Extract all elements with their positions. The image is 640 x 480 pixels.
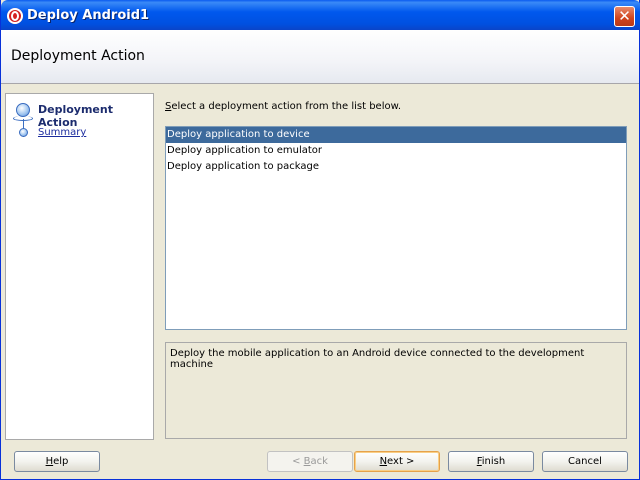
app-icon xyxy=(7,8,23,24)
close-icon: ✕ xyxy=(618,7,631,25)
help-mnemonic: H xyxy=(45,456,54,467)
deploy-dialog: Deploy Android1 ✕ Deployment Action Depl… xyxy=(0,0,640,480)
next-button[interactable]: Next > xyxy=(354,451,440,472)
description-text: Deploy the mobile application to an Andr… xyxy=(170,348,585,370)
next-mnemonic: N xyxy=(379,456,388,467)
back-mnemonic: B xyxy=(303,456,311,467)
back-prefix: < xyxy=(292,456,304,467)
deployment-action-list[interactable]: Deploy application to device Deploy appl… xyxy=(165,126,627,330)
step-node-icon xyxy=(19,128,28,137)
cancel-button[interactable]: Cancel xyxy=(542,451,628,472)
close-button[interactable]: ✕ xyxy=(614,6,635,27)
back-label: ack xyxy=(310,456,328,467)
title-bar[interactable]: Deploy Android1 ✕ xyxy=(1,0,640,30)
window-title: Deploy Android1 xyxy=(27,8,150,23)
instruction-label: Select a deployment action from the list… xyxy=(165,101,401,112)
list-item-deploy-device[interactable]: Deploy application to device xyxy=(166,127,626,143)
wizard-header: Deployment Action xyxy=(1,30,639,84)
help-button[interactable]: Help xyxy=(14,451,100,472)
current-step-icon xyxy=(13,103,33,121)
wizard-steps-panel: Deployment Action Summary xyxy=(5,93,154,440)
finish-button[interactable]: Finish xyxy=(448,451,534,472)
list-item-deploy-emulator[interactable]: Deploy application to emulator xyxy=(166,143,626,159)
back-button[interactable]: < Back xyxy=(267,451,353,472)
instruction-text: elect a deployment action from the list … xyxy=(171,101,402,112)
action-description: Deploy the mobile application to an Andr… xyxy=(165,342,627,439)
nav-step-deployment-action[interactable]: Deployment Action xyxy=(38,103,153,129)
next-label: ext > xyxy=(387,456,415,467)
finish-label: inish xyxy=(481,456,506,467)
help-label: elp xyxy=(53,456,69,467)
nav-step-summary[interactable]: Summary xyxy=(38,127,86,138)
page-title: Deployment Action xyxy=(11,48,145,64)
list-item-deploy-package[interactable]: Deploy application to package xyxy=(166,159,626,175)
